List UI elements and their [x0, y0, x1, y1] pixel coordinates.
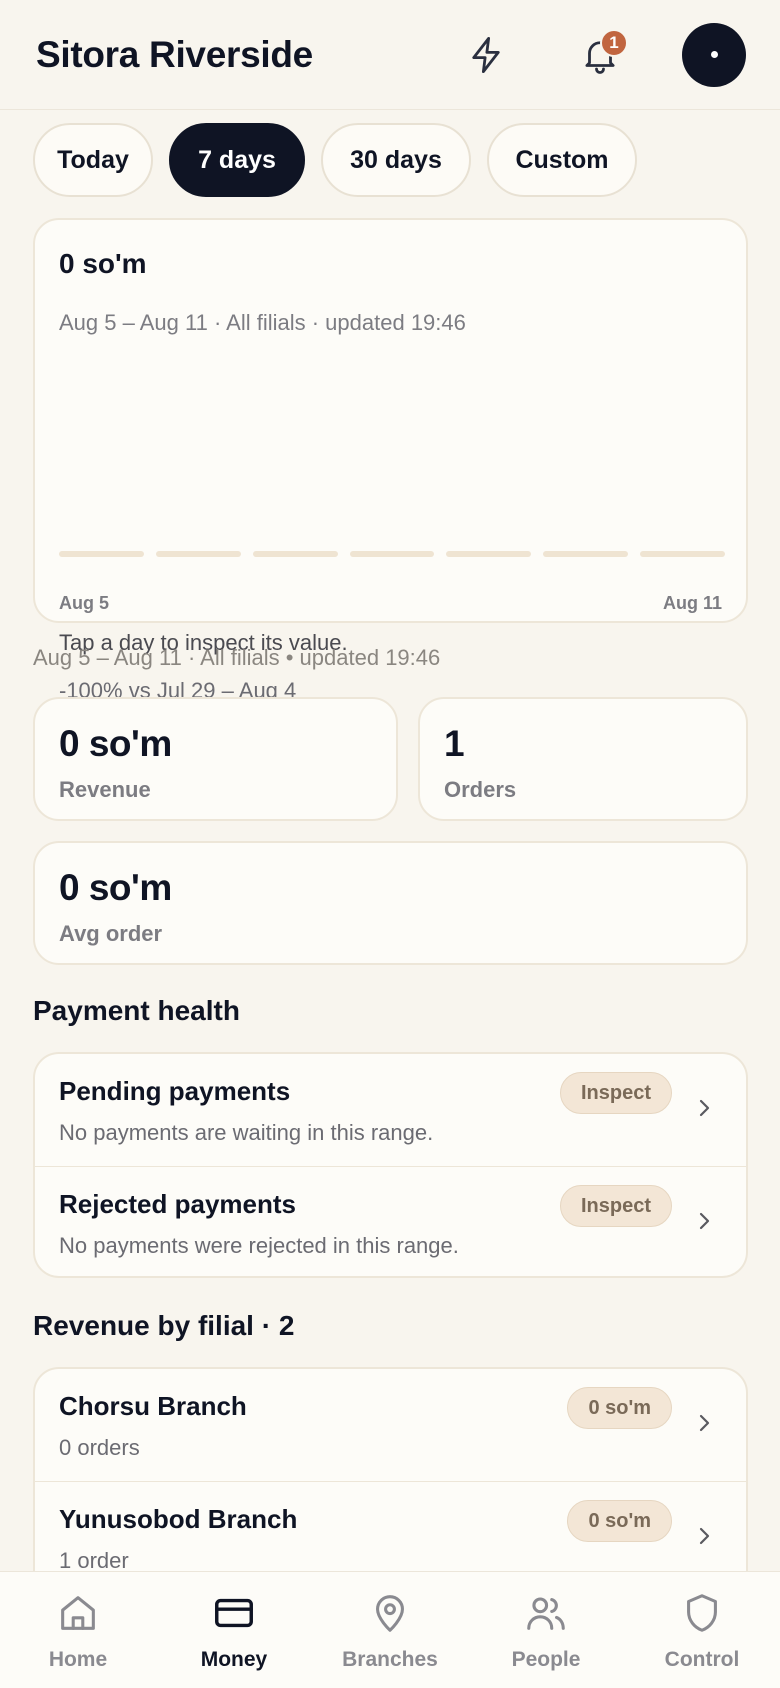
map-pin-icon	[376, 1595, 404, 1632]
summary-range-line: Aug 5 – Aug 11 · All filials • updated 1…	[33, 645, 441, 670]
tab-label: Home	[48, 1648, 108, 1671]
users-icon	[527, 1597, 565, 1630]
header-actions: 1	[454, 22, 746, 87]
kpi-avg-order-value: 0 so'm	[59, 867, 172, 908]
filial-row-yunusobod[interactable]: Yunusobod Branch 1 order 0 so'm	[35, 1481, 746, 1571]
tab-money[interactable]: Money	[156, 1572, 312, 1688]
chart-bar[interactable]	[349, 551, 435, 557]
page-title: Sitora Riverside	[36, 33, 313, 75]
range-pill-7-days[interactable]: 7 days	[169, 123, 305, 197]
payment-row-rejected[interactable]: Rejected payments No payments were rejec…	[35, 1166, 746, 1276]
payment-row-pending[interactable]: Pending payments No payments are waiting…	[35, 1054, 746, 1166]
payment-health-list: Pending payments No payments are waiting…	[33, 1052, 748, 1278]
chevron-right-icon	[699, 1527, 710, 1545]
chart-bar[interactable]	[59, 551, 144, 557]
tab-branches[interactable]: Branches	[312, 1572, 468, 1688]
kpi-orders-label: Orders	[444, 777, 517, 802]
chart-total: 0 so'm	[59, 248, 147, 279]
kpi-revenue-label: Revenue	[59, 777, 151, 802]
filial-revenue-chip: 0 so'm	[567, 1500, 672, 1542]
filial-revenue-chip: 0 so'm	[567, 1387, 672, 1429]
tab-label: Branches	[342, 1648, 438, 1671]
revenue-by-filial-title: Revenue by filial · 2	[33, 1310, 295, 1341]
chart-bar[interactable]	[252, 551, 338, 557]
tab-label: People	[511, 1648, 581, 1671]
chart-bar[interactable]	[543, 551, 629, 557]
lightning-icon	[472, 36, 500, 73]
range-pill-today[interactable]: Today	[33, 123, 153, 197]
x-axis-label-start: Aug 5	[59, 593, 110, 613]
filial-row-subtitle: 0 orders	[59, 1435, 140, 1460]
payment-row-title: Rejected payments	[59, 1189, 296, 1219]
range-selector: Today 7 days 30 days Custom	[33, 123, 637, 197]
quick-actions-button[interactable]	[454, 23, 518, 87]
tab-control[interactable]: Control	[624, 1572, 780, 1688]
range-pill-30-days[interactable]: 30 days	[321, 123, 471, 197]
filial-list: Chorsu Branch 0 orders 0 so'm Yunusobod …	[33, 1367, 748, 1571]
tab-label: Control	[664, 1648, 740, 1671]
chart-bar[interactable]	[640, 551, 725, 557]
kpi-avg-order-card[interactable]: 0 so'm Avg order	[33, 841, 748, 965]
notification-badge: 1	[600, 28, 628, 57]
x-axis-label-end: Aug 11	[662, 593, 722, 613]
app-header: Sitora Riverside 1	[0, 0, 780, 110]
home-icon	[61, 1596, 95, 1630]
kpi-revenue-card[interactable]: 0 so'm Revenue	[33, 697, 398, 821]
range-pill-custom[interactable]: Custom	[487, 123, 637, 197]
kpi-orders-card[interactable]: 1 Orders	[418, 697, 748, 821]
chart-bar[interactable]	[155, 551, 241, 557]
filial-row-subtitle: 1 order	[59, 1548, 129, 1571]
avatar[interactable]	[682, 22, 746, 87]
payment-row-subtitle: No payments are waiting in this range.	[59, 1120, 434, 1145]
shield-icon	[687, 1594, 717, 1632]
filial-row-title: Yunusobod Branch	[59, 1504, 298, 1534]
notifications-button[interactable]: 1	[568, 23, 632, 87]
inspect-chip[interactable]: Inspect	[559, 1072, 672, 1114]
content-scroll[interactable]: Today 7 days 30 days Custom 0 so'm Aug 5…	[0, 111, 780, 1571]
bottom-tab-bar: Home Money Branches People Control	[0, 1571, 780, 1688]
payment-row-subtitle: No payments were rejected in this range.	[59, 1233, 459, 1258]
payment-row-title: Pending payments	[59, 1076, 291, 1106]
tab-home[interactable]: Home	[0, 1572, 156, 1688]
card-icon	[215, 1598, 253, 1628]
filial-row-title: Chorsu Branch	[59, 1391, 247, 1421]
kpi-avg-order-label: Avg order	[59, 921, 163, 946]
inspect-chip[interactable]: Inspect	[559, 1185, 672, 1227]
filial-row-chorsu[interactable]: Chorsu Branch 0 orders 0 so'm	[35, 1369, 746, 1481]
chevron-right-icon	[699, 1099, 710, 1117]
chevron-right-icon	[699, 1414, 710, 1432]
chevron-right-icon	[699, 1212, 710, 1230]
chart-meta: Aug 5 – Aug 11 · All filials · updated 1…	[59, 310, 466, 335]
kpi-revenue-value: 0 so'm	[59, 723, 172, 764]
revenue-chart-card: 0 so'm Aug 5 – Aug 11 · All filials · up…	[33, 218, 748, 703]
tab-label: Money	[200, 1648, 268, 1671]
payment-health-title: Payment health	[33, 995, 240, 1026]
chart-bar[interactable]	[446, 551, 532, 557]
tab-people[interactable]: People	[468, 1572, 624, 1688]
kpi-orders-value: 1	[444, 723, 465, 764]
